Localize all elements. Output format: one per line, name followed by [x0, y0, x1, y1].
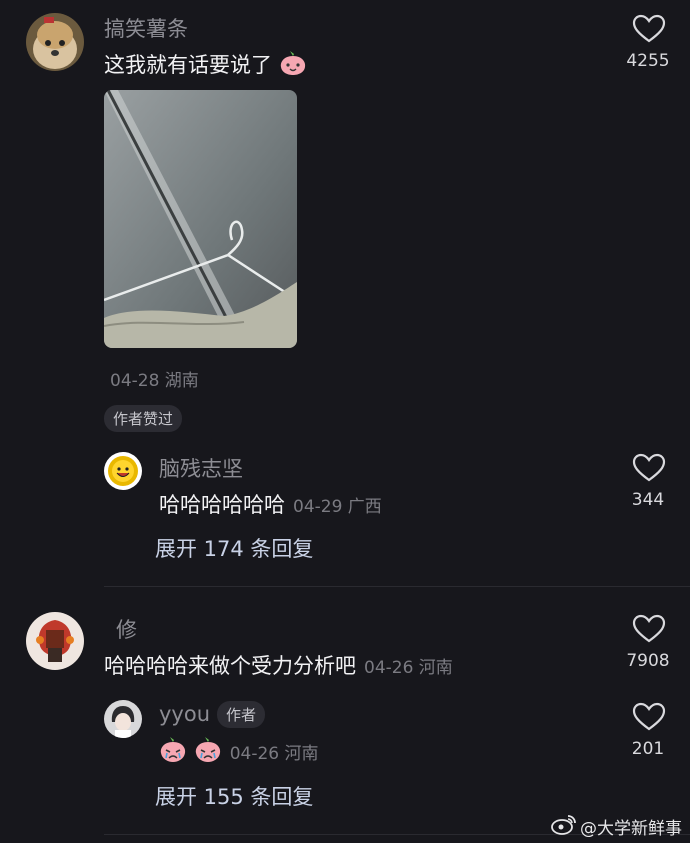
comment-text-content: 哈哈哈哈来做个受力分析吧 — [104, 654, 356, 678]
avatar[interactable] — [26, 13, 84, 71]
divider — [104, 586, 690, 587]
comment-username[interactable]: 修 — [116, 614, 137, 644]
watermark: @大学新鲜事 — [551, 813, 682, 840]
sad-emoji-icon — [159, 736, 187, 769]
comment-date-location: 04-28 湖南 — [110, 371, 199, 391]
author-liked-badge: 作者赞过 — [104, 405, 183, 432]
watermark-text: @大学新鲜事 — [580, 819, 682, 839]
comment-date-location: 04-26 河南 — [364, 658, 453, 678]
sad-emoji-icon — [194, 736, 222, 769]
comment-text-content: 这我就有话要说了 — [104, 53, 272, 77]
heart-icon[interactable] — [632, 14, 666, 44]
avatar[interactable] — [26, 612, 84, 670]
weibo-logo-icon — [551, 813, 577, 840]
comment-username[interactable]: 搞笑薯条 — [104, 13, 188, 43]
comment-text: 这我就有话要说了 — [104, 49, 307, 81]
reply-text: 哈哈哈哈哈哈 04-29 广西 — [159, 489, 382, 519]
reply-text: 04-26 河南 — [159, 736, 319, 769]
author-tag: 作者 — [217, 701, 266, 728]
heart-icon[interactable] — [632, 453, 666, 483]
heart-icon[interactable] — [632, 614, 666, 644]
like-count: 7908 — [626, 651, 670, 671]
like-count: 344 — [631, 490, 665, 510]
expand-replies-button[interactable]: 展开 174 条回复 — [155, 533, 313, 563]
heart-icon[interactable] — [632, 702, 666, 732]
expand-replies-button[interactable]: 展开 155 条回复 — [155, 781, 313, 811]
avatar[interactable] — [104, 452, 142, 490]
reply-text-content: 哈哈哈哈哈哈 — [159, 493, 285, 517]
like-count: 4255 — [626, 51, 670, 71]
reply-date-location: 04-29 广西 — [293, 497, 382, 517]
like-count: 201 — [631, 739, 665, 759]
smile-emoji-icon — [279, 50, 307, 81]
avatar[interactable] — [104, 700, 142, 738]
comment-image[interactable] — [104, 90, 297, 348]
reply-date-location: 04-26 河南 — [229, 744, 319, 764]
reply-username[interactable]: 脑残志坚 — [159, 453, 243, 483]
comment-text: 哈哈哈哈来做个受力分析吧 04-26 河南 — [104, 650, 453, 680]
reply-username[interactable]: yyou — [159, 702, 210, 726]
